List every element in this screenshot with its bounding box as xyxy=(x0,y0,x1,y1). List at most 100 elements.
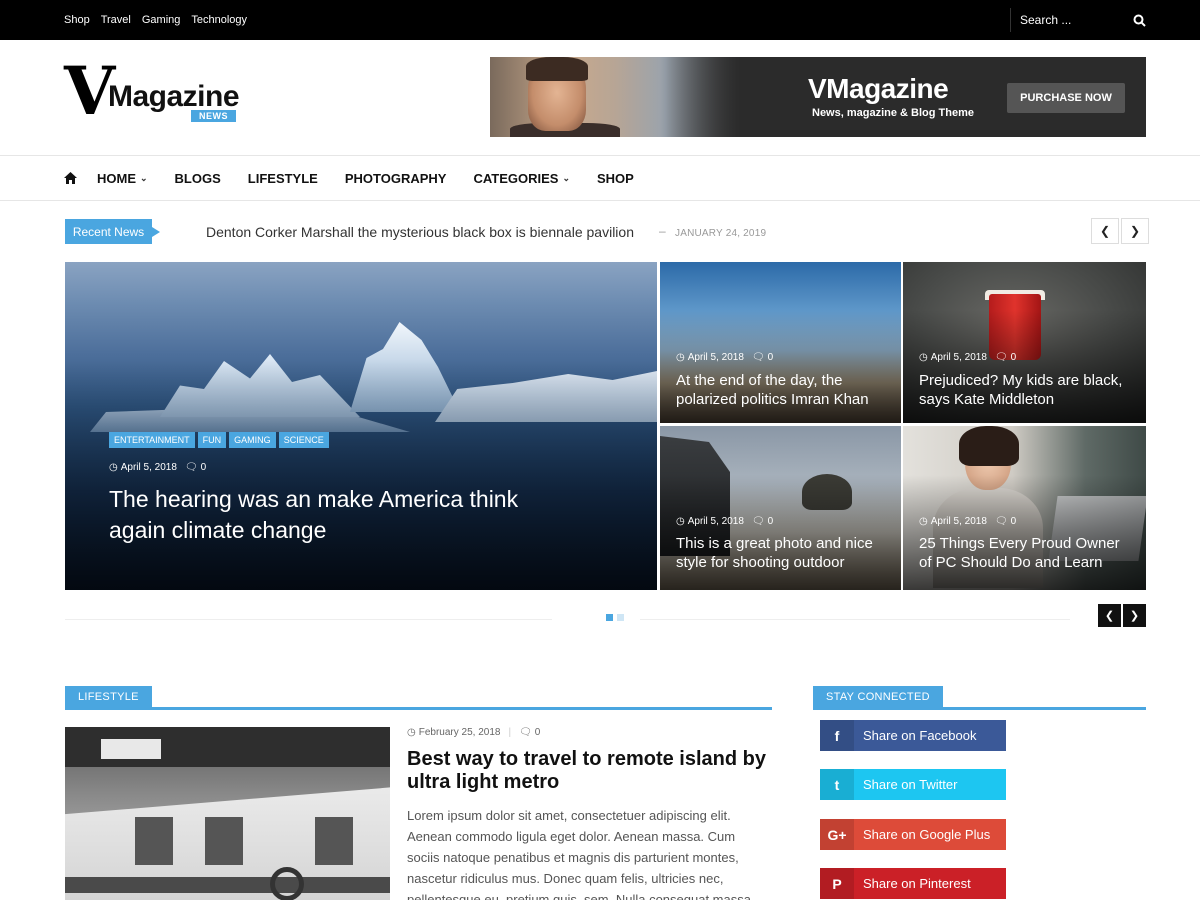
comment-count: 0 xyxy=(534,727,541,738)
banner-tagline: News, magazine & Blog Theme xyxy=(812,107,974,119)
category-tag[interactable]: SCIENCE xyxy=(278,432,329,448)
category-tag[interactable]: ENTERTAINMENT xyxy=(109,432,195,448)
comment-icon: 🗨 xyxy=(751,516,765,527)
divider xyxy=(640,619,1070,620)
post-meta: ◷ February 25, 2018 | 🗨 0 xyxy=(407,727,541,738)
slider-dots xyxy=(606,614,624,621)
featured-categories: ENTERTAINMENT FUN GAMING SCIENCE xyxy=(109,432,329,448)
post-date: April 5, 2018 xyxy=(930,352,987,363)
nav-item-label: SHOP xyxy=(597,170,634,186)
share-pinterest-button[interactable]: P Share on Pinterest xyxy=(820,868,1006,899)
pinterest-icon: P xyxy=(820,868,854,899)
facebook-icon: f xyxy=(820,720,854,751)
comment-count: 0 xyxy=(767,516,774,527)
nav-item-label: CATEGORIES xyxy=(473,170,559,186)
post-excerpt: Lorem ipsum dolor sit amet, consectetuer… xyxy=(407,808,751,900)
ticker-date: JANUARY 24, 2019 xyxy=(675,228,767,239)
section-title: STAY CONNECTED xyxy=(813,686,943,708)
tile-title[interactable]: At the end of the day, the polarized pol… xyxy=(676,371,891,409)
post-title[interactable]: Best way to travel to remote island by u… xyxy=(407,748,772,794)
nav-item-home[interactable]: HOME ⌄ xyxy=(97,171,148,186)
clock-icon: ◷ xyxy=(109,462,118,473)
post-meta: ◷ April 5, 2018 🗨 0 xyxy=(676,516,773,527)
logo-badge: NEWS xyxy=(191,110,236,122)
post-date: February 25, 2018 xyxy=(418,727,501,738)
google-plus-icon: G+ xyxy=(820,819,854,850)
comment-icon: 🗨 xyxy=(751,352,765,363)
lifestyle-section-header: LIFESTYLE xyxy=(65,686,772,710)
logo-word: Magazine xyxy=(108,80,240,113)
home-icon[interactable] xyxy=(64,172,77,184)
chevron-right-icon: ❯ xyxy=(1129,224,1141,238)
banner-photo xyxy=(490,57,740,137)
nav-item-shop[interactable]: SHOP xyxy=(597,171,634,186)
top-link-shop[interactable]: Shop xyxy=(64,14,90,26)
share-label: Share on Google Plus xyxy=(863,827,991,842)
comment-count: 0 xyxy=(200,462,207,473)
chevron-right-icon: ❯ xyxy=(1129,610,1140,622)
share-label: Share on Facebook xyxy=(863,728,977,743)
ticker-label: Recent News xyxy=(65,219,160,244)
search-input[interactable] xyxy=(1020,13,1115,27)
top-link-travel[interactable]: Travel xyxy=(101,14,131,26)
post-date: April 5, 2018 xyxy=(687,516,744,527)
chevron-down-icon: ⌄ xyxy=(140,172,148,183)
slide-tile[interactable]: ◷ April 5, 2018 🗨 0 At the end of the day,… xyxy=(660,262,901,423)
purchase-now-button[interactable]: PURCHASE NOW xyxy=(1007,83,1125,113)
tile-title[interactable]: This is a great photo and nice style for… xyxy=(676,534,891,572)
post-meta: ◷ April 5, 2018 🗨 0 xyxy=(676,352,773,363)
post-meta: ◷ April 5, 2018 🗨 0 xyxy=(109,462,206,473)
top-links: Shop Travel Gaming Technology xyxy=(64,0,247,40)
comment-icon: 🗨 xyxy=(519,727,532,738)
slide-tile[interactable]: ◷ April 5, 2018 🗨 0 This is a great photo … xyxy=(660,426,901,590)
post-thumbnail[interactable] xyxy=(65,727,390,900)
comment-icon: 🗨 xyxy=(994,516,1008,527)
tile-title[interactable]: 25 Things Every Proud Owner of PC Should… xyxy=(919,534,1134,572)
banner-title: VMagazine xyxy=(808,73,949,104)
comment-count: 0 xyxy=(767,352,774,363)
ticker-headline[interactable]: Denton Corker Marshall the mysterious bl… xyxy=(206,224,634,240)
slider-next-button[interactable]: ❯ xyxy=(1123,604,1146,627)
post-date: April 5, 2018 xyxy=(687,352,744,363)
share-label: Share on Twitter xyxy=(863,777,958,792)
comment-icon: 🗨 xyxy=(994,352,1008,363)
main-nav: HOME ⌄ BLOGS LIFESTYLE PHOTOGRAPHY CATEG… xyxy=(0,155,1200,201)
share-google-plus-button[interactable]: G+ Share on Google Plus xyxy=(820,819,1006,850)
stay-connected-header: STAY CONNECTED xyxy=(813,686,1146,710)
clock-icon: ◷ xyxy=(407,727,416,738)
nav-item-categories[interactable]: CATEGORIES ⌄ xyxy=(473,171,570,186)
ad-banner[interactable]: VMagazine News, magazine & Blog Theme PU… xyxy=(490,57,1146,137)
post-meta: ◷ April 5, 2018 🗨 0 xyxy=(919,516,1016,527)
nav-item-label: BLOGS xyxy=(174,170,221,186)
nav-item-label: LIFESTYLE xyxy=(247,170,318,186)
search-box xyxy=(1010,8,1146,32)
section-title[interactable]: LIFESTYLE xyxy=(65,686,152,708)
nav-item-photography[interactable]: PHOTOGRAPHY xyxy=(345,171,447,186)
featured-slide[interactable]: ENTERTAINMENT FUN GAMING SCIENCE ◷ April … xyxy=(65,262,657,590)
search-icon[interactable] xyxy=(1133,14,1146,27)
comment-icon: 🗨 xyxy=(184,462,198,473)
slider-dot[interactable] xyxy=(617,614,624,621)
site-logo[interactable]: V Magazine NEWS xyxy=(64,58,244,126)
nav-item-blogs[interactable]: BLOGS xyxy=(175,171,221,186)
slider-controls: ❮ ❯ xyxy=(1098,604,1146,627)
ticker-prev-button[interactable]: ❮ xyxy=(1091,218,1119,244)
tile-title[interactable]: Prejudiced? My kids are black, says Kate… xyxy=(919,371,1134,409)
ticker-next-button[interactable]: ❯ xyxy=(1121,218,1149,244)
slide-tile[interactable]: ◷ April 5, 2018 🗨 0 25 Things Every Proud … xyxy=(903,426,1146,590)
top-link-technology[interactable]: Technology xyxy=(191,14,247,26)
chevron-down-icon: ⌄ xyxy=(562,172,570,183)
post-date: April 5, 2018 xyxy=(930,516,987,527)
slide-tile[interactable]: ◷ April 5, 2018 🗨 0 Prejudiced? My kids ar… xyxy=(903,262,1146,423)
clock-icon: ◷ xyxy=(919,352,928,363)
share-twitter-button[interactable]: t Share on Twitter xyxy=(820,769,1006,800)
category-tag[interactable]: FUN xyxy=(197,432,227,448)
ticker-controls: ❮ ❯ xyxy=(1089,218,1149,244)
top-link-gaming[interactable]: Gaming xyxy=(142,14,181,26)
slider-dot[interactable] xyxy=(606,614,613,621)
slider-prev-button[interactable]: ❮ xyxy=(1098,604,1121,627)
featured-title[interactable]: The hearing was an make America think ag… xyxy=(109,484,549,546)
category-tag[interactable]: GAMING xyxy=(229,432,276,448)
share-facebook-button[interactable]: f Share on Facebook xyxy=(820,720,1006,751)
nav-item-lifestyle[interactable]: LIFESTYLE xyxy=(248,171,318,186)
